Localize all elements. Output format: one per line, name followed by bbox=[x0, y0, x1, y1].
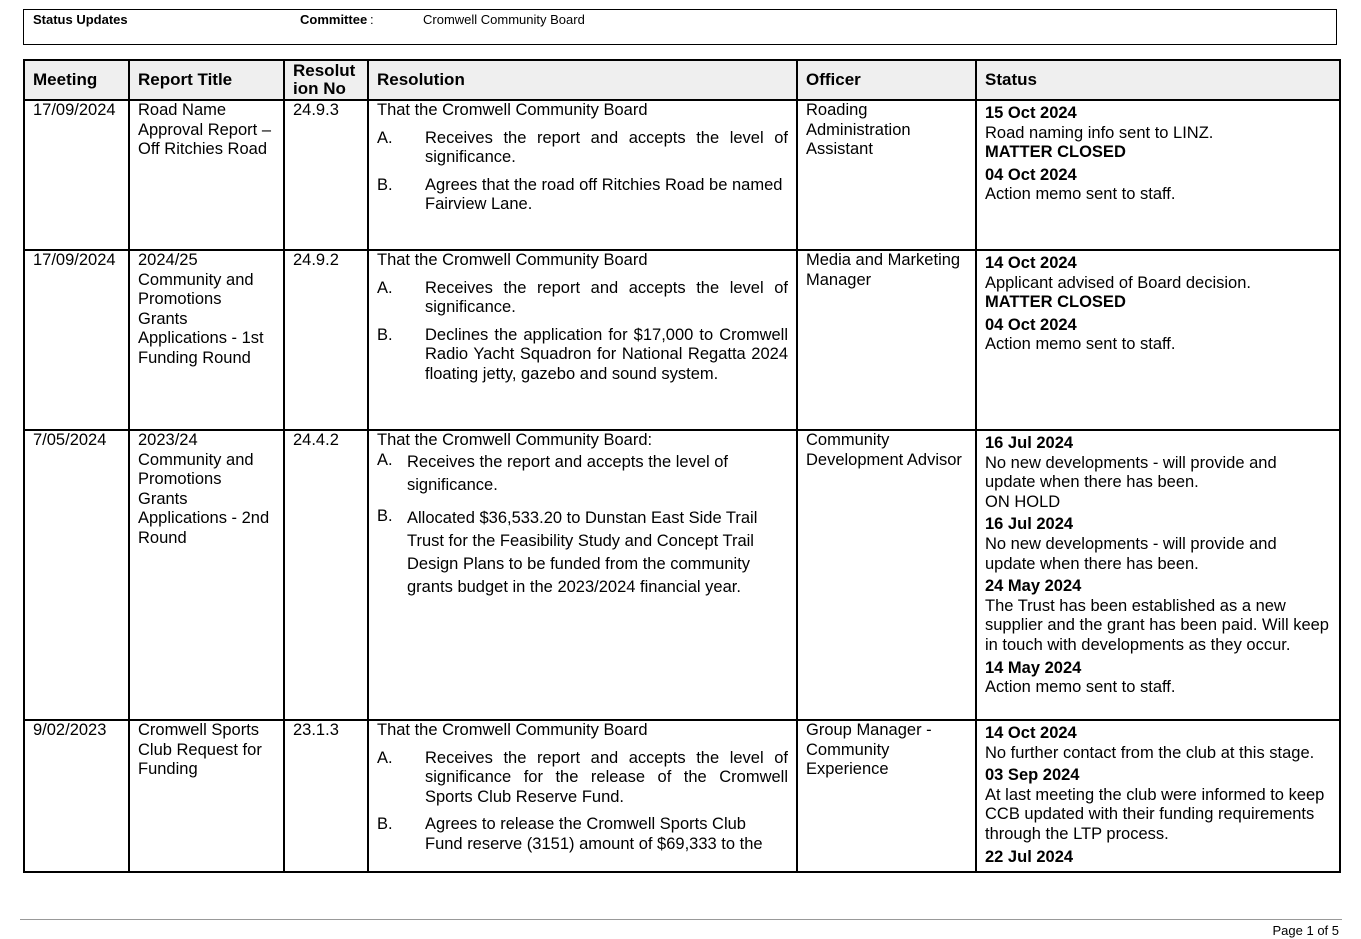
resolution-item-text: Agrees that the road off Ritchies Road b… bbox=[425, 175, 783, 214]
resolution-item: A. Receives the report and accepts the l… bbox=[377, 279, 788, 318]
status-date: 14 Oct 2024 bbox=[985, 724, 1077, 742]
status-date: 14 Oct 2024 bbox=[985, 254, 1077, 272]
resolution-no-cell: 24.9.3 bbox=[283, 99, 369, 251]
resolution-intro: That the Cromwell Community Board: bbox=[377, 431, 653, 449]
meeting-date-cell: 7/05/2024 bbox=[23, 429, 130, 721]
resolution-cell: That the Cromwell Community Board A. Rec… bbox=[367, 99, 798, 251]
resolution-item-text: Receives the report and accepts the leve… bbox=[425, 278, 788, 317]
column-header-resolution-no: Resolut ion No bbox=[283, 59, 369, 101]
status-text: No new developments - will provide and u… bbox=[985, 453, 1277, 492]
resolution-no-cell: 24.4.2 bbox=[283, 429, 369, 721]
status-cell: 16 Jul 2024 No new developments - will p… bbox=[975, 429, 1341, 721]
resolution-item: B. Agrees to release the Cromwell Sports… bbox=[377, 815, 788, 854]
table-row: 17/09/2024 2024/25 Community and Promoti… bbox=[23, 249, 1341, 431]
committee-label: Committee bbox=[300, 12, 368, 27]
table-row: 9/02/2023 Cromwell Sports Club Request f… bbox=[23, 719, 1341, 873]
status-text: No further contact from the club at this… bbox=[985, 743, 1315, 762]
column-header-meeting: Meeting bbox=[23, 59, 130, 101]
status-text: No new developments - will provide and u… bbox=[985, 534, 1277, 573]
status-text: The Trust has been established as a new … bbox=[985, 596, 1329, 654]
resolution-intro: That the Cromwell Community Board bbox=[377, 101, 648, 119]
committee-colon: : bbox=[370, 12, 374, 27]
report-header-box: Status Updates Committee : Cromwell Comm… bbox=[23, 9, 1337, 45]
resolution-item-letter: A. bbox=[377, 278, 393, 297]
status-date: 03 Sep 2024 bbox=[985, 766, 1080, 785]
resolution-item-letter: B. bbox=[377, 506, 393, 525]
status-date: 04 Oct 2024 bbox=[985, 315, 1077, 334]
table-header-row: Meeting Report Title Resolut ion No Reso… bbox=[23, 59, 1341, 101]
status-date: 24 May 2024 bbox=[985, 577, 1082, 596]
report-title-cell: 2024/25 Community and Promotions Grants … bbox=[128, 249, 285, 431]
report-title-cell: Cromwell Sports Club Request for Funding bbox=[128, 719, 285, 873]
resolution-item-text: Receives the report and accepts the leve… bbox=[407, 452, 729, 494]
status-text: Applicant advised of Board decision. bbox=[985, 273, 1251, 292]
status-updates-label: Status Updates bbox=[33, 12, 128, 27]
status-text: Road naming info sent to LINZ. bbox=[985, 123, 1214, 142]
resolution-item: A. Receives the report and accepts the l… bbox=[377, 749, 788, 808]
resolution-item: A. Receives the report and accepts the l… bbox=[377, 451, 788, 497]
status-cell: 15 Oct 2024 Road naming info sent to LIN… bbox=[975, 99, 1341, 251]
resolution-item-text: Allocated $36,533.20 to Dunstan East Sid… bbox=[407, 508, 758, 596]
meeting-date-cell: 17/09/2024 bbox=[23, 249, 130, 431]
page-number: Page 1 of 5 bbox=[1272, 923, 1340, 938]
column-header-resolution: Resolution bbox=[367, 59, 798, 101]
status-date: 14 May 2024 bbox=[985, 658, 1082, 677]
status-cell: 14 Oct 2024 Applicant advised of Board d… bbox=[975, 249, 1341, 431]
meeting-date-cell: 17/09/2024 bbox=[23, 99, 130, 251]
resolution-item-letter: B. bbox=[377, 175, 393, 194]
resolution-item-text: Agrees to release the Cromwell Sports Cl… bbox=[425, 815, 763, 853]
committee-value: Cromwell Community Board bbox=[423, 12, 585, 27]
column-header-officer: Officer bbox=[796, 59, 977, 101]
resolution-cell: That the Cromwell Community Board: A. Re… bbox=[367, 429, 798, 721]
resolution-item: B. Declines the application for $17,000 … bbox=[377, 326, 788, 385]
status-closed-label: MATTER CLOSED bbox=[985, 143, 1126, 162]
resolution-intro: That the Cromwell Community Board bbox=[377, 721, 648, 739]
report-title-cell: 2023/24 Community and Promotions Grants … bbox=[128, 429, 285, 721]
report-title-cell: Road Name Approval Report – Off Ritchies… bbox=[128, 99, 285, 251]
status-text: At last meeting the club were informed t… bbox=[985, 785, 1325, 843]
resolution-cell: That the Cromwell Community Board A. Rec… bbox=[367, 719, 798, 873]
resolution-item-letter: A. bbox=[377, 128, 393, 147]
resolution-item-letter: B. bbox=[377, 815, 393, 834]
resolution-item-text: Receives the report and accepts the leve… bbox=[425, 748, 788, 806]
footer-divider bbox=[20, 919, 1342, 920]
column-header-status: Status bbox=[975, 59, 1341, 101]
status-updates-table: Meeting Report Title Resolut ion No Reso… bbox=[23, 59, 1341, 873]
officer-cell: Community Development Advisor bbox=[796, 429, 977, 721]
resolution-item-text: Declines the application for $17,000 to … bbox=[425, 325, 788, 383]
resolution-item: B. Allocated $36,533.20 to Dunstan East … bbox=[377, 507, 788, 599]
status-text: Action memo sent to staff. bbox=[985, 185, 1176, 204]
resolution-item-text: Receives the report and accepts the leve… bbox=[425, 128, 788, 167]
status-text: Action memo sent to staff. bbox=[985, 335, 1176, 354]
resolution-item-letter: A. bbox=[377, 450, 393, 469]
status-date: 22 Jul 2024 bbox=[985, 847, 1074, 866]
resolution-item: B. Agrees that the road off Ritchies Roa… bbox=[377, 176, 788, 215]
status-text: Action memo sent to staff. bbox=[985, 678, 1176, 697]
status-on-hold-label: ON HOLD bbox=[985, 492, 1061, 511]
status-date: 16 Jul 2024 bbox=[985, 434, 1074, 452]
status-cell: 14 Oct 2024 No further contact from the … bbox=[975, 719, 1341, 873]
officer-cell: Group Manager - Community Experience bbox=[796, 719, 977, 873]
resolution-intro: That the Cromwell Community Board bbox=[377, 251, 648, 269]
status-date: 16 Jul 2024 bbox=[985, 515, 1074, 534]
resolution-cell: That the Cromwell Community Board A. Rec… bbox=[367, 249, 798, 431]
status-date: 15 Oct 2024 bbox=[985, 104, 1077, 122]
meeting-date-cell: 9/02/2023 bbox=[23, 719, 130, 873]
officer-cell: Roading Administration Assistant bbox=[796, 99, 977, 251]
table-row: 7/05/2024 2023/24 Community and Promotio… bbox=[23, 429, 1341, 721]
table-row: 17/09/2024 Road Name Approval Report – O… bbox=[23, 99, 1341, 251]
resolution-no-cell: 23.1.3 bbox=[283, 719, 369, 873]
resolution-item-letter: B. bbox=[377, 325, 393, 344]
resolution-item-letter: A. bbox=[377, 748, 393, 767]
resolution-item: A. Receives the report and accepts the l… bbox=[377, 129, 788, 168]
status-closed-label: MATTER CLOSED bbox=[985, 293, 1126, 312]
officer-cell: Media and Marketing Manager bbox=[796, 249, 977, 431]
status-date: 04 Oct 2024 bbox=[985, 165, 1077, 184]
resolution-no-cell: 24.9.2 bbox=[283, 249, 369, 431]
column-header-report-title: Report Title bbox=[128, 59, 285, 101]
